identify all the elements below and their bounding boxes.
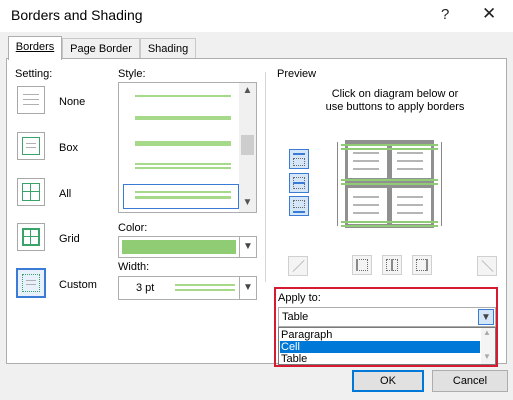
divider: [265, 72, 266, 282]
style-option-thick[interactable]: [135, 141, 231, 146]
diagonal-down-border-button[interactable]: [288, 256, 308, 276]
option-table[interactable]: Table: [280, 353, 480, 365]
width-dropdown[interactable]: 3 pt ▼: [118, 276, 257, 300]
help-button[interactable]: ?: [441, 6, 449, 23]
tab-shading[interactable]: Shading: [140, 38, 196, 60]
apply-to-dropdown[interactable]: Table ▼: [278, 307, 496, 327]
top-border-button[interactable]: [289, 149, 309, 169]
setting-grid-label[interactable]: Grid: [59, 233, 80, 245]
color-heading: Color:: [118, 222, 148, 234]
scroll-down-icon[interactable]: ▼: [483, 352, 491, 361]
chevron-down-icon[interactable]: ▼: [239, 277, 256, 299]
setting-grid-icon[interactable]: [17, 223, 45, 251]
preview-diagram[interactable]: [337, 140, 442, 228]
chevron-down-icon[interactable]: ▼: [478, 309, 494, 325]
option-cell[interactable]: Cell: [280, 341, 480, 353]
tab-page-border[interactable]: Page Border: [62, 38, 140, 60]
scroll-down-icon[interactable]: ▼: [239, 197, 256, 208]
width-heading: Width:: [118, 261, 150, 273]
inside-vertical-border-button[interactable]: [382, 255, 402, 275]
style-option-thin[interactable]: [135, 95, 231, 97]
setting-none-icon[interactable]: [17, 86, 45, 114]
close-icon[interactable]: ✕: [482, 4, 496, 24]
color-swatch: [122, 240, 236, 254]
style-option-selected[interactable]: [123, 184, 239, 209]
left-border-button[interactable]: [352, 255, 372, 275]
style-listbox[interactable]: ▲ ▼: [118, 82, 257, 213]
setting-custom-icon[interactable]: [16, 268, 46, 298]
ok-button[interactable]: OK: [352, 370, 424, 392]
setting-all-label[interactable]: All: [59, 188, 71, 200]
apply-to-heading: Apply to:: [278, 292, 321, 304]
style-option-medium[interactable]: [135, 116, 231, 120]
width-value: 3 pt: [136, 282, 155, 294]
scroll-up-icon[interactable]: ▲: [483, 328, 491, 337]
apply-to-options-list[interactable]: Paragraph Cell Table ▲ ▼: [278, 327, 496, 365]
setting-box-label[interactable]: Box: [59, 142, 78, 154]
color-dropdown[interactable]: ▼: [118, 236, 257, 258]
option-paragraph[interactable]: Paragraph: [280, 329, 480, 341]
right-border-button[interactable]: [412, 255, 432, 275]
diagonal-up-border-button[interactable]: [477, 256, 497, 276]
dialog-title: Borders and Shading: [11, 7, 143, 23]
style-option-double[interactable]: [135, 163, 231, 165]
inside-horizontal-border-button[interactable]: [289, 173, 309, 193]
setting-custom-label[interactable]: Custom: [59, 279, 97, 291]
chevron-down-icon[interactable]: ▼: [239, 237, 256, 257]
list-scrollbar[interactable]: ▲ ▼: [481, 328, 495, 364]
setting-box-icon[interactable]: [17, 132, 45, 160]
apply-to-value: Table: [282, 311, 309, 323]
setting-heading: Setting:: [15, 68, 53, 80]
tab-borders[interactable]: Borders: [8, 36, 62, 60]
scroll-thumb[interactable]: [241, 135, 254, 155]
style-scrollbar[interactable]: ▲ ▼: [239, 83, 256, 212]
style-heading: Style:: [118, 68, 146, 80]
setting-all-icon[interactable]: [17, 178, 45, 206]
preview-instruction-2: use buttons to apply borders: [325, 101, 465, 113]
setting-none-label[interactable]: None: [59, 96, 85, 108]
cancel-button[interactable]: Cancel: [432, 370, 508, 392]
bottom-border-button[interactable]: [289, 196, 309, 216]
preview-heading: Preview: [277, 68, 317, 80]
scroll-up-icon[interactable]: ▲: [239, 85, 256, 96]
preview-instruction-1: Click on diagram below or: [331, 88, 459, 100]
